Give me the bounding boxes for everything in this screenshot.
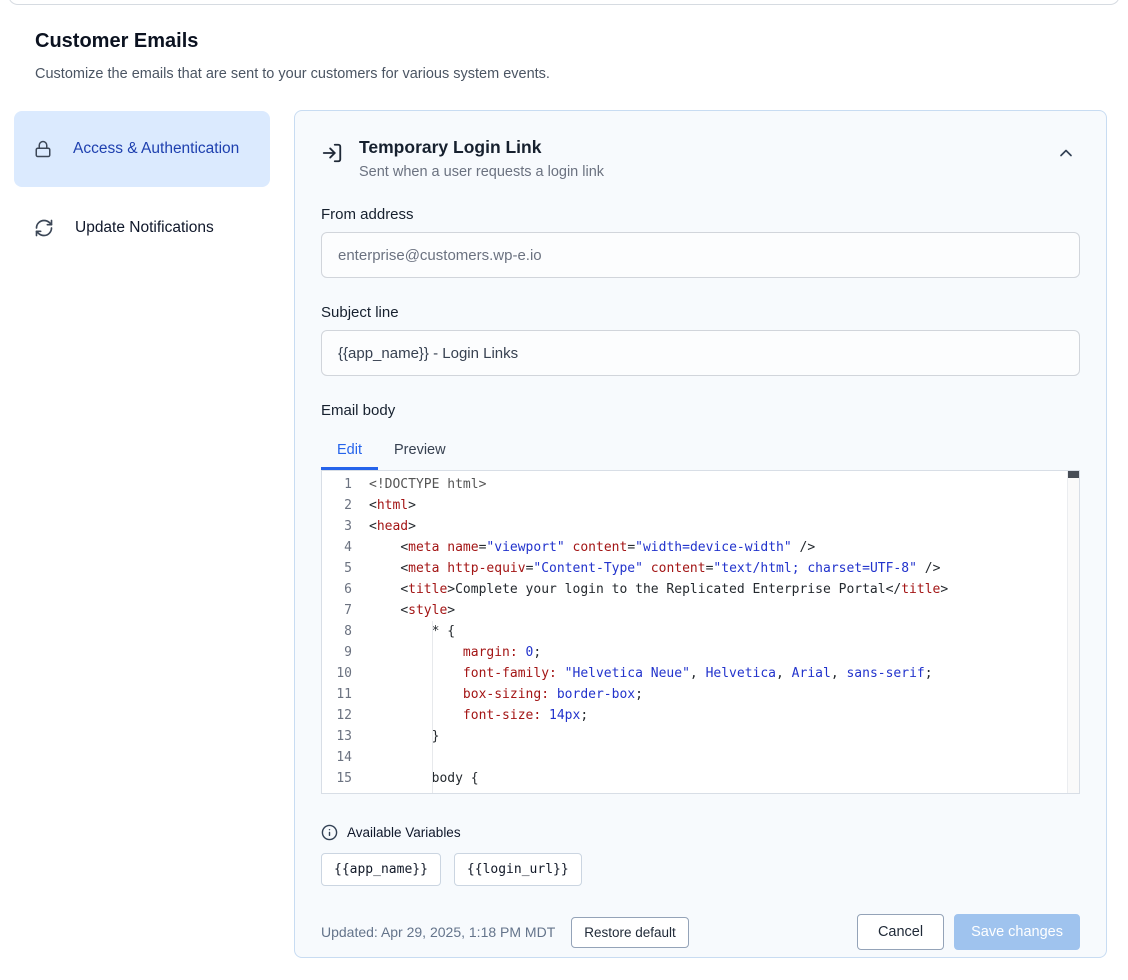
code-line: 13 } bbox=[322, 726, 1079, 747]
panel-footer: Updated: Apr 29, 2025, 1:18 PM MDT Resto… bbox=[321, 914, 1080, 950]
cancel-button[interactable]: Cancel bbox=[857, 914, 944, 950]
scrollbar-thumb[interactable] bbox=[1068, 471, 1079, 478]
page-title: Customer Emails bbox=[35, 30, 198, 53]
line-number: 14 bbox=[322, 747, 352, 768]
code-line: 11 box-sizing: border-box; bbox=[322, 684, 1079, 705]
subject-line-label: Subject line bbox=[321, 304, 1080, 321]
code-line: 5 <meta http-equiv="Content-Type" conten… bbox=[322, 558, 1079, 579]
code-line: 14 bbox=[322, 747, 1079, 768]
subject-line-input[interactable] bbox=[321, 330, 1080, 376]
panel-header: Temporary Login Link Sent when a user re… bbox=[321, 137, 1080, 180]
code-line: 9 margin: 0; bbox=[322, 642, 1079, 663]
variable-chip-app-name[interactable]: {{app_name}} bbox=[321, 853, 441, 886]
email-settings-panel: Temporary Login Link Sent when a user re… bbox=[294, 110, 1107, 958]
line-number: 9 bbox=[322, 642, 352, 663]
tab-preview[interactable]: Preview bbox=[378, 431, 462, 470]
chevron-up-icon bbox=[1056, 151, 1076, 166]
editor-tabs: Edit Preview bbox=[321, 431, 1080, 470]
code-line: 10 font-family: "Helvetica Neue", Helvet… bbox=[322, 663, 1079, 684]
available-variables-header: Available Variables bbox=[321, 824, 1080, 841]
line-number: 10 bbox=[322, 663, 352, 684]
code-line: 6 <title>Complete your login to the Repl… bbox=[322, 579, 1079, 600]
variable-chips: {{app_name}} {{login_url}} bbox=[321, 853, 1080, 886]
panel-titles: Temporary Login Link Sent when a user re… bbox=[359, 137, 604, 180]
code-line: 15 body { bbox=[322, 768, 1079, 789]
line-number: 15 bbox=[322, 768, 352, 789]
code-line: 2<html> bbox=[322, 495, 1079, 516]
line-number: 7 bbox=[322, 600, 352, 621]
code-line: 3<head> bbox=[322, 516, 1079, 537]
line-number: 3 bbox=[322, 516, 352, 537]
line-number: 4 bbox=[322, 537, 352, 558]
code-line: 1<!DOCTYPE html> bbox=[322, 474, 1079, 495]
code-line: 12 font-size: 14px; bbox=[322, 705, 1079, 726]
line-number: 16 bbox=[322, 789, 352, 794]
variable-chip-login-url[interactable]: {{login_url}} bbox=[454, 853, 582, 886]
sidebar: Access & Authentication Update Notificat… bbox=[14, 111, 270, 252]
page-subtitle: Customize the emails that are sent to yo… bbox=[35, 66, 550, 82]
from-address-label: From address bbox=[321, 206, 1080, 223]
line-number: 11 bbox=[322, 684, 352, 705]
line-number: 1 bbox=[322, 474, 352, 495]
refresh-icon bbox=[34, 218, 54, 238]
collapse-button[interactable] bbox=[1052, 139, 1080, 170]
updated-timestamp: Updated: Apr 29, 2025, 1:18 PM MDT bbox=[321, 924, 555, 940]
code-line: 4 <meta name="viewport" content="width=d… bbox=[322, 537, 1079, 558]
editor-scrollbar[interactable] bbox=[1067, 471, 1079, 793]
code-line: 8 * { bbox=[322, 621, 1079, 642]
sidebar-item-label: Update Notifications bbox=[75, 216, 214, 240]
line-number: 8 bbox=[322, 621, 352, 642]
sidebar-item-update-notifications[interactable]: Update Notifications bbox=[14, 204, 270, 252]
save-changes-button[interactable]: Save changes bbox=[954, 914, 1080, 950]
panel-subtitle: Sent when a user requests a login link bbox=[359, 164, 604, 180]
info-icon bbox=[321, 824, 338, 841]
code-lines: 1<!DOCTYPE html>2<html>3<head>4 <meta na… bbox=[322, 474, 1079, 794]
restore-default-button[interactable]: Restore default bbox=[571, 917, 689, 948]
line-number: 12 bbox=[322, 705, 352, 726]
email-body-label: Email body bbox=[321, 402, 1080, 419]
sidebar-item-label: Access & Authentication bbox=[73, 137, 239, 161]
page-top-divider bbox=[8, 0, 1120, 5]
from-address-input[interactable] bbox=[321, 232, 1080, 278]
line-number: 5 bbox=[322, 558, 352, 579]
code-line: 7 <style> bbox=[322, 600, 1079, 621]
panel-title: Temporary Login Link bbox=[359, 137, 604, 158]
sidebar-item-access-authentication[interactable]: Access & Authentication bbox=[14, 111, 270, 187]
code-line: 16 background-color: #f6f6f6; bbox=[322, 789, 1079, 794]
line-number: 13 bbox=[322, 726, 352, 747]
line-number: 2 bbox=[322, 495, 352, 516]
tab-edit[interactable]: Edit bbox=[321, 431, 378, 470]
code-editor[interactable]: 1<!DOCTYPE html>2<html>3<head>4 <meta na… bbox=[321, 470, 1080, 794]
available-variables-label: Available Variables bbox=[347, 825, 461, 840]
lock-icon bbox=[34, 140, 52, 158]
line-number: 6 bbox=[322, 579, 352, 600]
login-icon bbox=[321, 142, 343, 164]
